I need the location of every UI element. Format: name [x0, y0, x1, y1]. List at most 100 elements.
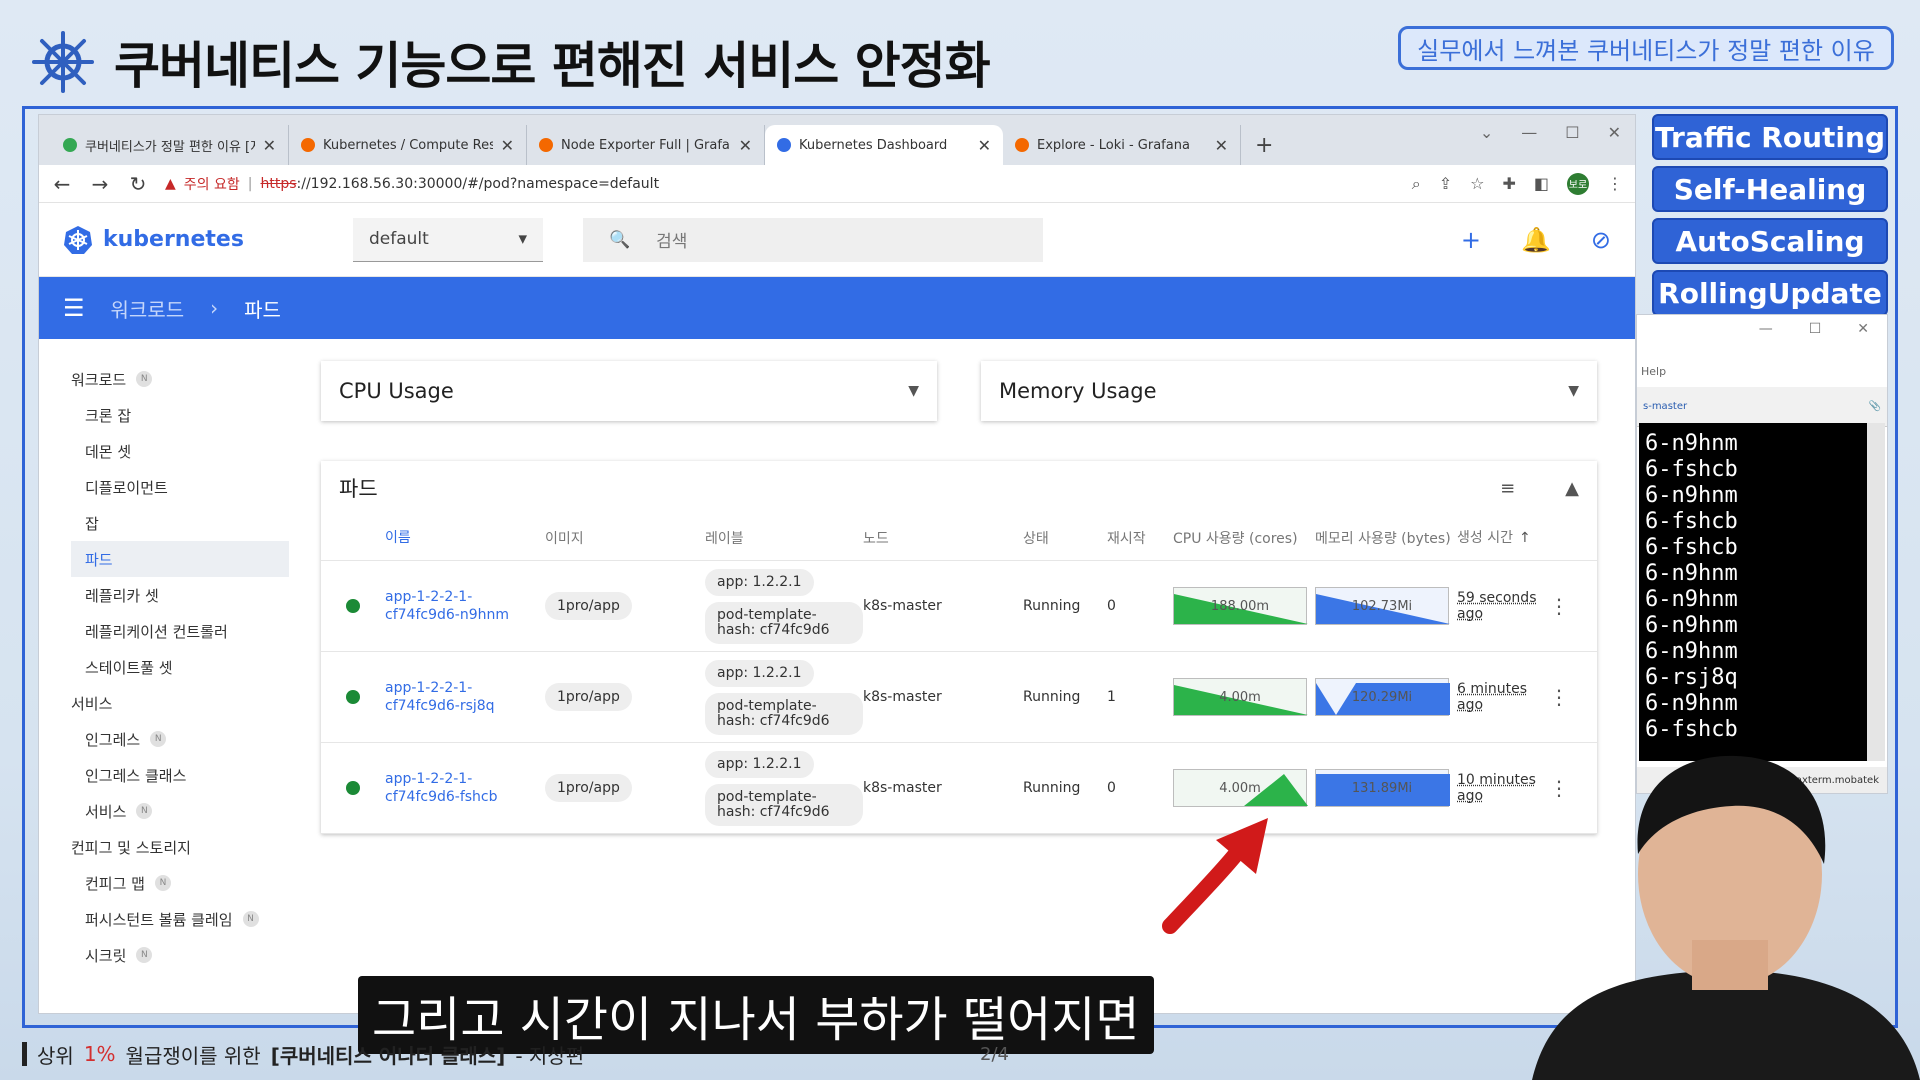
maximize-icon[interactable]: ☐	[1809, 321, 1822, 365]
namespace-value: default	[369, 229, 429, 249]
sidebar-group-services[interactable]: 서비스	[71, 685, 299, 721]
zoom-icon[interactable]: ⌕	[1412, 174, 1421, 194]
label-chip: app: 1.2.2.1	[705, 750, 814, 778]
extensions-icon[interactable]: ✚	[1502, 174, 1515, 193]
item-label: 시크릿	[85, 946, 127, 965]
sidebar-item-pvcs[interactable]: 퍼시스턴트 볼륨 클레임 N	[71, 901, 299, 937]
namespace-select[interactable]: default ▾	[353, 217, 543, 262]
slide-tag: 실무에서 느껴본 쿠버네티스가 정말 편한 이유	[1398, 26, 1894, 70]
sidebar-item-configmaps[interactable]: 컨피그 맵 N	[71, 865, 299, 901]
search-icon: 🔍	[609, 229, 631, 250]
search-input[interactable]: 🔍 검색	[583, 217, 1043, 262]
chevron-down-icon[interactable]: ⌄	[1480, 123, 1493, 142]
breadcrumb-parent[interactable]: 워크로드	[111, 294, 185, 323]
account-icon[interactable]: ⊘	[1591, 226, 1611, 254]
brand[interactable]: kubernetes	[63, 225, 313, 255]
brand-name: kubernetes	[103, 227, 244, 252]
col-age[interactable]: 생성 시간 ↑	[1457, 530, 1539, 546]
back-icon[interactable]: ←	[51, 172, 73, 196]
terminal-tab[interactable]: s-master 📎	[1637, 387, 1887, 427]
table-row[interactable]: app-1-2-2-1-cf74fc9d6-fshcb 1pro/app app…	[321, 743, 1597, 834]
browser-tab[interactable]: 쿠버네티스가 정말 편한 이유 [지 ✕	[51, 125, 289, 165]
sidebar-group-config[interactable]: 컨피그 및 스토리지	[71, 829, 299, 865]
row-menu-icon[interactable]: ⋮	[1539, 594, 1579, 618]
row-menu-icon[interactable]: ⋮	[1539, 685, 1579, 709]
tab-label: Explore - Loki - Grafana	[1037, 137, 1190, 153]
bell-icon[interactable]: 🔔	[1521, 226, 1551, 254]
close-window-icon[interactable]: ✕	[1608, 123, 1621, 142]
browser-tab[interactable]: Kubernetes / Compute Resourc ✕	[289, 125, 527, 165]
browser-tab[interactable]: Node Exporter Full | Grafana La ✕	[527, 125, 765, 165]
terminal-output[interactable]: 6-n9hnm 6-fshcb 6-n9hnm 6-fshcb 6-fshcb …	[1639, 423, 1867, 761]
terminal-line: 6-fshcb	[1645, 535, 1738, 560]
sidebar-group-workloads[interactable]: 워크로드 N	[71, 361, 299, 397]
profile-avatar[interactable]: 보로	[1567, 172, 1589, 195]
col-node[interactable]: 노드	[863, 528, 1023, 548]
sidebar-item-daemonsets[interactable]: 데몬 셋	[71, 433, 299, 469]
terminal-line: 6-n9hnm	[1645, 691, 1738, 716]
terminal-line: 6-n9hnm	[1645, 431, 1738, 456]
terminal-scrollbar[interactable]	[1867, 423, 1885, 761]
running-status-icon	[346, 599, 360, 613]
terminal-menu-help[interactable]: Help	[1637, 365, 1887, 387]
browser-tab-active[interactable]: Kubernetes Dashboard ✕	[765, 125, 1003, 165]
sidebar-item-statefulsets[interactable]: 스테이트풀 셋	[71, 649, 299, 685]
url-field[interactable]: ▲ 주의 요함 | https://192.168.56.30:30000/#/…	[165, 174, 1396, 194]
new-tab-button[interactable]: +	[1241, 125, 1287, 165]
sidebar-item-services[interactable]: 서비스 N	[71, 793, 299, 829]
breadcrumb-current: 파드	[244, 297, 281, 322]
memory-usage-card[interactable]: Memory Usage ▼	[981, 361, 1597, 421]
share-icon[interactable]: ⇪	[1439, 174, 1452, 193]
pod-name-link[interactable]: app-1-2-2-1-cf74fc9d6-fshcb	[385, 770, 545, 806]
sidebar-item-cronjobs[interactable]: 크론 잡	[71, 397, 299, 433]
browser-tab[interactable]: Explore - Loki - Grafana ✕	[1003, 125, 1241, 165]
node-cell[interactable]: k8s-master	[863, 780, 1023, 796]
node-cell[interactable]: k8s-master	[863, 689, 1023, 705]
url-scheme: https	[260, 175, 297, 192]
cpu-sparkline-value: 4.00m	[1219, 689, 1261, 705]
minimize-icon[interactable]: —	[1759, 321, 1773, 365]
more-menu-icon[interactable]: ⋮	[1607, 174, 1623, 193]
item-label: 인그레스	[85, 730, 141, 749]
close-icon[interactable]: ✕	[978, 136, 991, 155]
paperclip-icon[interactable]: 📎	[1869, 401, 1881, 412]
sidebar-item-replication-controllers[interactable]: 레플리케이션 컨트롤러	[71, 613, 299, 649]
maximize-icon[interactable]: ☐	[1565, 123, 1579, 142]
star-icon[interactable]: ☆	[1470, 174, 1484, 193]
sidebar-item-replicasets[interactable]: 레플리카 셋	[71, 577, 299, 613]
table-row[interactable]: app-1-2-2-1-cf74fc9d6-n9hnm 1pro/app app…	[321, 561, 1597, 652]
close-icon[interactable]: ✕	[263, 136, 276, 155]
restarts-cell: 0	[1107, 598, 1116, 614]
sidebar-item-ingresses[interactable]: 인그레스 N	[71, 721, 299, 757]
close-icon[interactable]: ✕	[501, 136, 514, 155]
filter-icon[interactable]: ≡	[1500, 478, 1515, 499]
minimize-icon[interactable]: —	[1521, 123, 1537, 142]
add-icon[interactable]: +	[1461, 226, 1481, 254]
collapse-icon[interactable]: ▲	[1565, 478, 1579, 499]
label-chip: pod-template-hash: cf74fc9d6	[705, 692, 863, 735]
sidebar-item-pods[interactable]: 파드	[71, 541, 289, 577]
memory-sparkline: 120.29Mi	[1315, 678, 1450, 716]
pod-name-link[interactable]: app-1-2-2-1-cf74fc9d6-rsj8q	[385, 679, 545, 715]
reload-icon[interactable]: ↻	[127, 172, 149, 196]
close-icon[interactable]: ✕	[739, 136, 752, 155]
image-cell: 1pro/app	[545, 774, 705, 802]
table-row[interactable]: app-1-2-2-1-cf74fc9d6-rsj8q 1pro/app app…	[321, 652, 1597, 743]
sidebar-item-ingress-classes[interactable]: 인그레스 클래스	[71, 757, 299, 793]
forward-icon[interactable]: →	[89, 172, 111, 196]
menu-icon[interactable]: ☰	[63, 294, 85, 322]
node-cell[interactable]: k8s-master	[863, 598, 1023, 614]
cpu-usage-card[interactable]: CPU Usage ▼	[321, 361, 937, 421]
sidebar-item-deployments[interactable]: 디플로이먼트	[71, 469, 299, 505]
pod-name-link[interactable]: app-1-2-2-1-cf74fc9d6-n9hnm	[385, 588, 545, 624]
close-icon[interactable]: ✕	[1215, 136, 1228, 155]
label-chip: app: 1.2.2.1	[705, 659, 814, 687]
col-name[interactable]: 이름	[385, 529, 545, 547]
sidebar-item-jobs[interactable]: 잡	[71, 505, 299, 541]
address-bar: ← → ↻ ▲ 주의 요함 | https://192.168.56.30:30…	[39, 165, 1635, 203]
close-icon[interactable]: ✕	[1857, 321, 1869, 365]
sidepanel-icon[interactable]: ◧	[1534, 174, 1549, 193]
item-label: 서비스	[85, 802, 127, 821]
sidebar-item-secrets[interactable]: 시크릿 N	[71, 937, 299, 973]
chevron-right-icon: ›	[210, 296, 219, 320]
